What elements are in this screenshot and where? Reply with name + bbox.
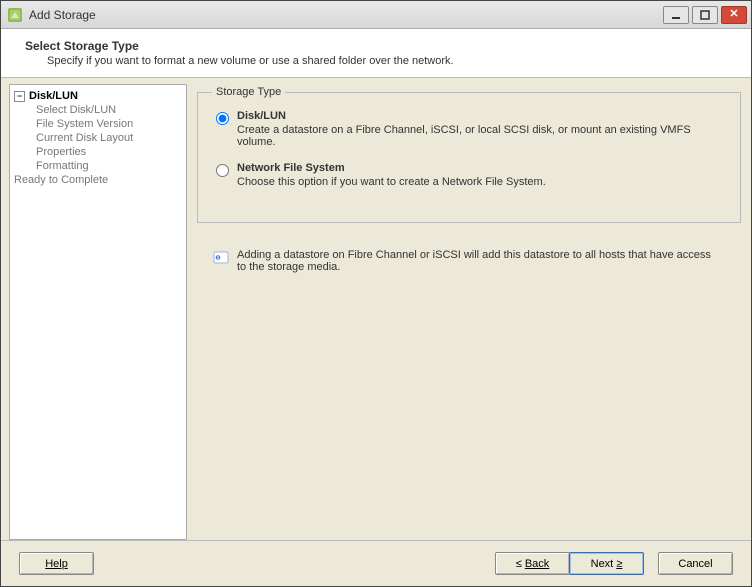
close-icon: ✕ [729, 9, 738, 20]
next-button[interactable]: Next ≥ [569, 552, 644, 575]
wizard-footer: Help ≤ Back Next ≥ Cancel [1, 540, 751, 586]
step-disk-lun[interactable]: −Disk/LUN [14, 89, 182, 103]
minimize-button[interactable] [663, 6, 689, 24]
vsphere-icon [7, 7, 23, 23]
option-nfs-desc: Choose this option if you want to create… [237, 176, 726, 188]
step-file-system-version[interactable]: File System Version [36, 117, 182, 131]
option-nfs[interactable]: Network File System Choose this option i… [212, 162, 726, 188]
page-title: Select Storage Type [25, 39, 733, 53]
titlebar: Add Storage ✕ [1, 1, 751, 29]
step-properties[interactable]: Properties [36, 145, 182, 159]
step-formatting[interactable]: Formatting [36, 159, 182, 173]
step-select-disk-lun[interactable]: Select Disk/LUN [36, 103, 182, 117]
step-label: Disk/LUN [29, 90, 78, 102]
storage-type-group: Storage Type Disk/LUN Create a datastore… [197, 86, 741, 223]
cancel-button[interactable]: Cancel [658, 552, 733, 575]
help-button[interactable]: Help [19, 552, 94, 575]
wizard-header: Select Storage Type Specify if you want … [1, 29, 751, 78]
window-title: Add Storage [29, 8, 663, 22]
wizard-steps-sidebar: −Disk/LUN Select Disk/LUN File System Ve… [9, 84, 187, 540]
maximize-button[interactable] [692, 6, 718, 24]
storage-type-legend: Storage Type [212, 86, 285, 98]
add-storage-window: Add Storage ✕ Select Storage Type Specif… [0, 0, 752, 587]
option-disk-lun-title: Disk/LUN [237, 110, 726, 122]
page-description: Specify if you want to format a new volu… [25, 55, 733, 67]
option-disk-lun-desc: Create a datastore on a Fibre Channel, i… [237, 124, 726, 148]
tree-collapse-icon[interactable]: − [14, 91, 25, 102]
step-current-disk-layout[interactable]: Current Disk Layout [36, 131, 182, 145]
option-nfs-title: Network File System [237, 162, 726, 174]
nav-buttons-group: ≤ Back Next ≥ [495, 552, 644, 575]
step-ready-to-complete[interactable]: Ready to Complete [14, 173, 182, 187]
step-children: Select Disk/LUN File System Version Curr… [14, 103, 182, 173]
radio-disk-lun[interactable] [216, 112, 229, 125]
close-button[interactable]: ✕ [721, 6, 747, 24]
radio-nfs[interactable] [216, 164, 229, 177]
window-controls: ✕ [663, 6, 747, 24]
info-hint: Adding a datastore on Fibre Channel or i… [197, 249, 741, 273]
info-hint-text: Adding a datastore on Fibre Channel or i… [237, 249, 717, 273]
wizard-content: Storage Type Disk/LUN Create a datastore… [187, 84, 743, 540]
option-disk-lun[interactable]: Disk/LUN Create a datastore on a Fibre C… [212, 110, 726, 148]
info-icon [213, 250, 229, 266]
wizard-body: −Disk/LUN Select Disk/LUN File System Ve… [1, 78, 751, 540]
back-button[interactable]: ≤ Back [495, 552, 570, 575]
